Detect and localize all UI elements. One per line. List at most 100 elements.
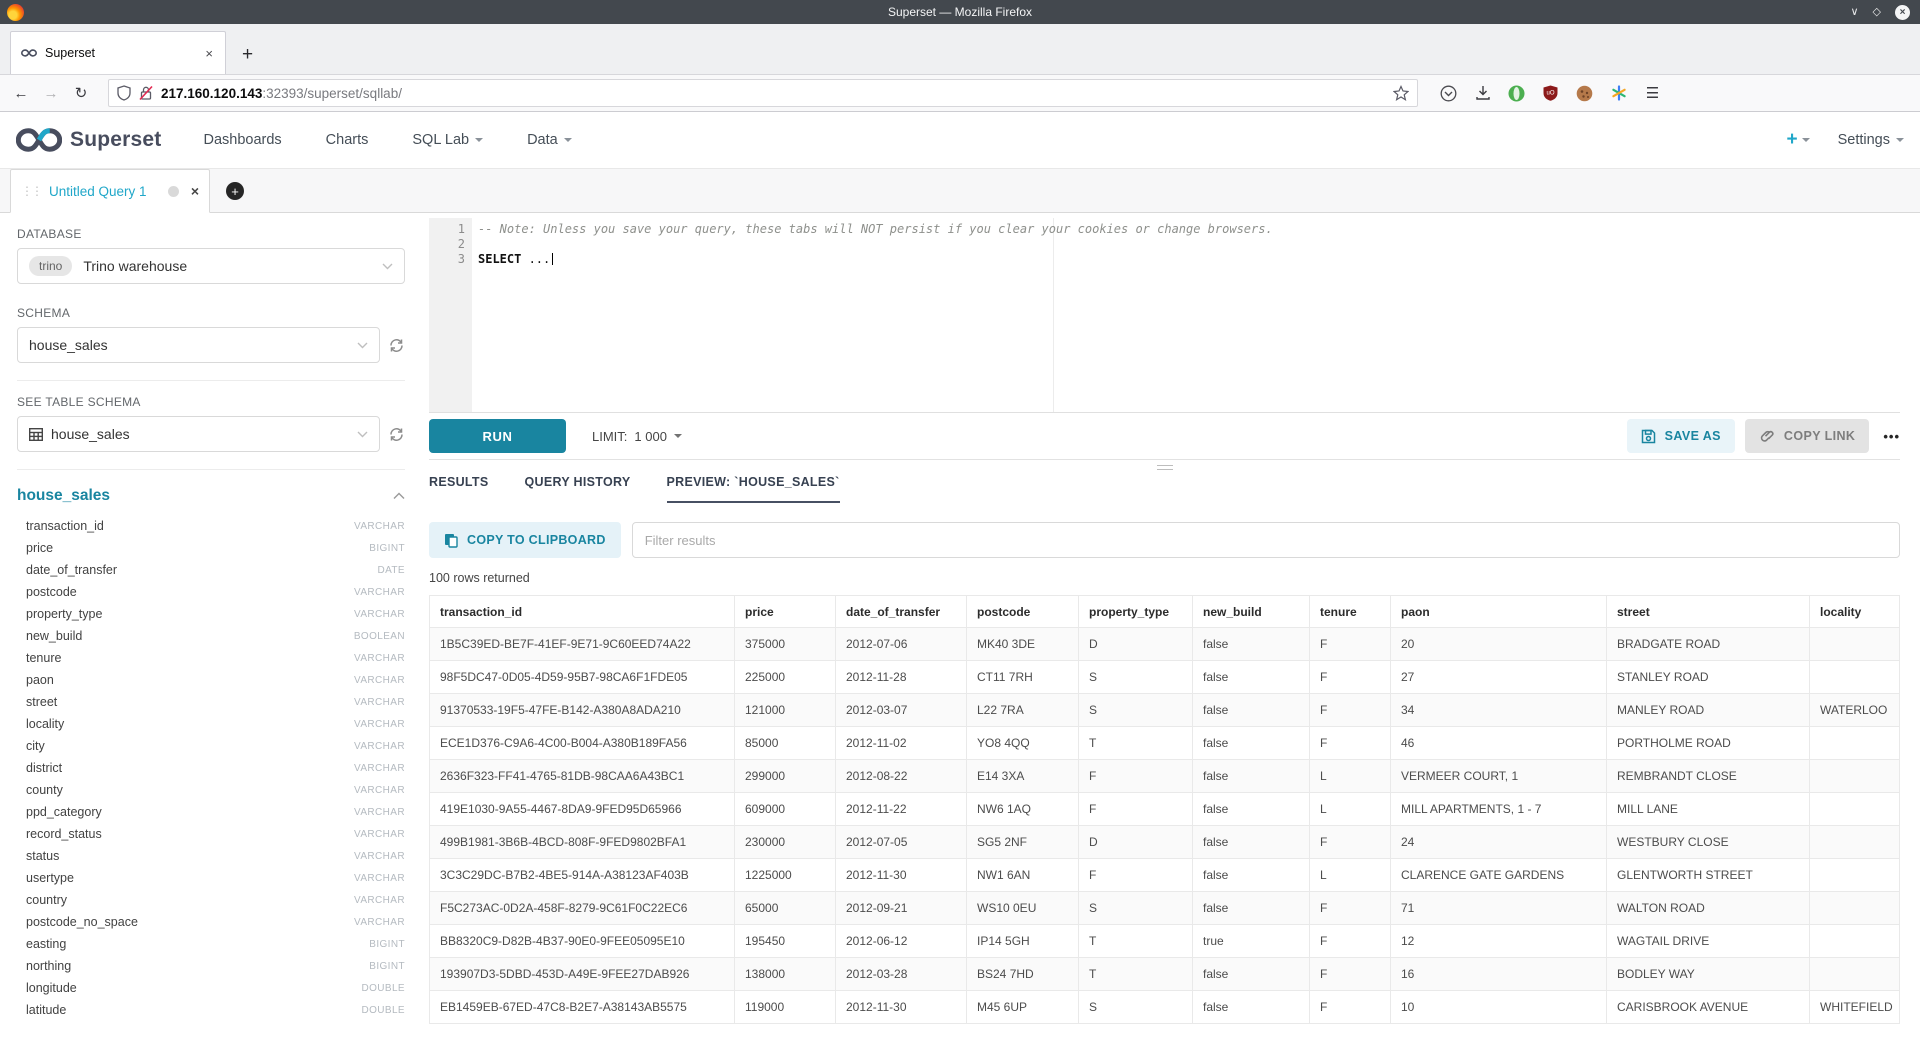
table-select[interactable]: house_sales <box>17 416 380 452</box>
copy-link-button[interactable]: COPY LINK <box>1745 419 1869 453</box>
splitter-grip-icon[interactable] <box>1157 465 1173 470</box>
table-cell: false <box>1193 991 1310 1024</box>
table-cell: NW1 6AN <box>967 859 1079 892</box>
schema-column-row: ppd_categoryVARCHAR <box>17 801 405 823</box>
column-type: VARCHAR <box>354 873 405 884</box>
plus-icon: + <box>1786 129 1797 151</box>
column-name: usertype <box>26 871 354 885</box>
nav-item-data[interactable]: Data <box>527 132 572 148</box>
table-cell: 12 <box>1391 925 1607 958</box>
refresh-schemas-button[interactable] <box>388 337 405 354</box>
column-header-property_type[interactable]: property_type <box>1079 596 1193 628</box>
container-extension-icon[interactable] <box>1610 85 1627 102</box>
tracking-shield-icon[interactable] <box>117 85 131 101</box>
add-new-button[interactable]: + <box>1786 129 1809 151</box>
column-header-street[interactable]: street <box>1607 596 1810 628</box>
table-cell: 16 <box>1391 958 1607 991</box>
copy-to-clipboard-button[interactable]: COPY TO CLIPBOARD <box>429 522 621 558</box>
superset-logo-icon[interactable] <box>16 127 62 153</box>
reload-button[interactable]: ↻ <box>66 84 96 102</box>
table-cell: T <box>1079 925 1193 958</box>
tab-preview-house-sales[interactable]: PREVIEW: `HOUSE_SALES` <box>667 475 840 503</box>
privacy-extension-icon[interactable] <box>1508 85 1525 102</box>
schema-column-row: record_statusVARCHAR <box>17 823 405 845</box>
column-name: record_status <box>26 827 354 841</box>
nav-item-dashboards[interactable]: Dashboards <box>203 132 281 148</box>
more-actions-button[interactable]: ••• <box>1883 429 1900 444</box>
column-header-date_of_transfer[interactable]: date_of_transfer <box>836 596 967 628</box>
table-cell: F <box>1310 826 1391 859</box>
drag-handle-icon[interactable]: ⋮⋮ <box>21 184 41 198</box>
save-as-button[interactable]: SAVE AS <box>1627 419 1735 453</box>
run-button[interactable]: RUN <box>429 419 566 453</box>
table-cell: D <box>1079 628 1193 661</box>
download-icon[interactable] <box>1474 85 1491 102</box>
schema-column-row: transaction_idVARCHAR <box>17 515 405 537</box>
window-maximize-button[interactable]: ◇ <box>1873 7 1881 18</box>
column-name: easting <box>26 937 369 951</box>
url-bar[interactable]: 217.160.120.143:32393/superset/sqllab/ <box>108 79 1418 107</box>
table-cell: false <box>1193 892 1310 925</box>
superset-brand[interactable]: Superset <box>70 128 161 152</box>
results-table-wrap: transaction_idpricedate_of_transferpostc… <box>429 595 1900 1042</box>
limit-dropdown[interactable]: LIMIT: 1 000 <box>592 429 682 444</box>
filter-results-input[interactable] <box>632 522 1900 558</box>
window-minimize-button[interactable]: ∨ <box>1850 7 1858 18</box>
ublock-icon[interactable]: uO <box>1542 85 1559 102</box>
query-tab-close-icon[interactable]: × <box>191 183 199 199</box>
query-tab-title[interactable]: Untitled Query 1 <box>49 184 168 199</box>
add-query-tab-button[interactable]: + <box>226 182 244 200</box>
table-panel-title[interactable]: house_sales <box>17 487 393 505</box>
column-header-transaction_id[interactable]: transaction_id <box>430 596 735 628</box>
database-select[interactable]: trino Trino warehouse <box>17 248 405 284</box>
tab-results[interactable]: RESULTS <box>429 475 489 503</box>
table-row: ECE1D376-C9A6-4C00-B004-A380B189FA568500… <box>430 727 1900 760</box>
forward-button[interactable]: → <box>36 85 66 102</box>
column-name: country <box>26 893 354 907</box>
column-name: ppd_category <box>26 805 354 819</box>
column-header-tenure[interactable]: tenure <box>1310 596 1391 628</box>
bookmark-star-icon[interactable] <box>1393 85 1409 101</box>
url-text[interactable]: 217.160.120.143:32393/superset/sqllab/ <box>161 86 1393 101</box>
table-cell: 34 <box>1391 694 1607 727</box>
tab-close-icon[interactable]: × <box>203 46 215 61</box>
cookie-extension-icon[interactable] <box>1576 85 1593 102</box>
back-button[interactable]: ← <box>6 85 36 102</box>
browser-tab[interactable]: Superset × <box>10 31 226 74</box>
schema-column-row: tenureVARCHAR <box>17 647 405 669</box>
table-cell: F5C273AC-0D2A-458F-8279-9C61F0C22EC6 <box>430 892 735 925</box>
window-close-button[interactable]: × <box>1895 5 1910 20</box>
schema-select[interactable]: house_sales <box>17 327 380 363</box>
query-tab[interactable]: ⋮⋮ Untitled Query 1 × <box>10 169 210 213</box>
table-cell: 2012-07-06 <box>836 628 967 661</box>
column-name: transaction_id <box>26 519 354 533</box>
refresh-tables-button[interactable] <box>388 426 405 443</box>
column-name: city <box>26 739 354 753</box>
column-type: DATE <box>377 565 405 576</box>
insecure-lock-icon[interactable] <box>139 85 153 101</box>
pane-splitter[interactable] <box>429 459 1900 475</box>
column-type: VARCHAR <box>354 741 405 752</box>
nav-item-sql-lab[interactable]: SQL Lab <box>412 132 483 148</box>
settings-menu[interactable]: Settings <box>1838 132 1904 148</box>
pocket-icon[interactable] <box>1440 85 1457 102</box>
table-cell: STANLEY ROAD <box>1607 661 1810 694</box>
column-header-new_build[interactable]: new_build <box>1193 596 1310 628</box>
table-cell: 3C3C29DC-B7B2-4BE5-914A-A38123AF403B <box>430 859 735 892</box>
sql-editor[interactable]: 123 -- Note: Unless you save your query,… <box>429 218 1900 413</box>
collapse-chevron-icon[interactable] <box>393 492 405 500</box>
table-cell: false <box>1193 694 1310 727</box>
column-header-paon[interactable]: paon <box>1391 596 1607 628</box>
menu-hamburger-icon[interactable]: ☰ <box>1644 85 1661 102</box>
tab-query-history[interactable]: QUERY HISTORY <box>525 475 631 503</box>
table-cell: false <box>1193 793 1310 826</box>
column-type: VARCHAR <box>354 587 405 598</box>
table-cell: 2012-03-28 <box>836 958 967 991</box>
column-header-locality[interactable]: locality <box>1810 596 1900 628</box>
nav-item-charts[interactable]: Charts <box>326 132 369 148</box>
column-header-price[interactable]: price <box>735 596 836 628</box>
column-header-postcode[interactable]: postcode <box>967 596 1079 628</box>
table-cell: 419E1030-9A55-4467-8DA9-9FED95D65966 <box>430 793 735 826</box>
new-tab-button[interactable]: + <box>242 45 253 64</box>
table-cell: 609000 <box>735 793 836 826</box>
